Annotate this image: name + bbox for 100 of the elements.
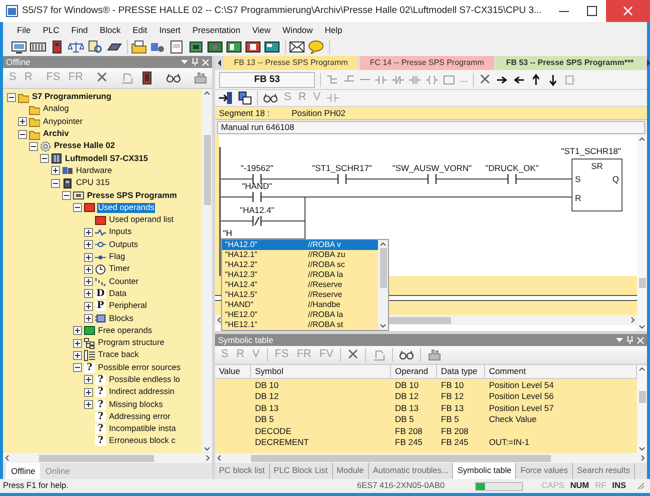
delete-icon[interactable] bbox=[478, 72, 491, 86]
close-icon[interactable] bbox=[637, 336, 644, 344]
tree-item[interactable]: Counter bbox=[108, 276, 140, 287]
tree-item[interactable]: Used operand list bbox=[108, 215, 175, 226]
hand-icon[interactable] bbox=[193, 71, 208, 85]
menu-item[interactable]: PLC bbox=[36, 24, 66, 36]
vertical-scrollbar[interactable] bbox=[637, 365, 647, 453]
editor-tab[interactable]: FC 14 -- Presse SPS Programm bbox=[360, 56, 494, 70]
tree-item[interactable]: Trace back bbox=[97, 350, 140, 360]
expand-icon[interactable] bbox=[84, 289, 93, 298]
expand-icon[interactable] bbox=[84, 400, 93, 410]
autocomplete-item[interactable]: "HE12.1" //ROBA st bbox=[222, 320, 378, 330]
dropdown-icon[interactable] bbox=[616, 338, 623, 342]
menu-item[interactable]: Block bbox=[94, 24, 127, 36]
import-icon[interactable] bbox=[219, 91, 233, 105]
collapse-icon[interactable] bbox=[40, 154, 49, 164]
tree-item[interactable]: Free operands bbox=[97, 326, 153, 336]
vertical-scrollbar[interactable] bbox=[637, 135, 647, 331]
screen-icon[interactable] bbox=[11, 40, 27, 54]
arrow-down-icon[interactable] bbox=[546, 72, 559, 86]
expand-icon[interactable] bbox=[18, 117, 27, 126]
pin-icon[interactable] bbox=[627, 336, 633, 344]
tree-item[interactable]: Anypointer bbox=[42, 116, 84, 127]
arrow-up-icon[interactable] bbox=[530, 72, 542, 86]
menu-item[interactable]: Find bbox=[65, 24, 94, 36]
menu-item[interactable]: File bbox=[11, 24, 37, 36]
tool-icon[interactable] bbox=[372, 348, 386, 362]
menu-item[interactable]: Presentation bbox=[186, 24, 246, 36]
collapse-icon[interactable] bbox=[18, 130, 27, 139]
collapse-icon[interactable] bbox=[29, 142, 38, 151]
input-field[interactable]: "H bbox=[223, 227, 283, 239]
collapse-icon[interactable] bbox=[7, 92, 16, 102]
panel-icon[interactable] bbox=[264, 40, 280, 54]
module-icon[interactable] bbox=[226, 40, 242, 54]
folder-icon[interactable] bbox=[131, 40, 147, 54]
tree-item[interactable]: Peripheral bbox=[108, 301, 148, 312]
hardware-icon[interactable] bbox=[150, 40, 166, 54]
menu-item[interactable]: Window bbox=[276, 24, 319, 36]
expand-icon[interactable] bbox=[84, 314, 93, 323]
contact-symbol[interactable] bbox=[337, 173, 347, 185]
scrollbar-thumb[interactable] bbox=[638, 391, 646, 403]
tree-item[interactable]: Timer bbox=[108, 264, 131, 274]
function-block[interactable] bbox=[572, 158, 622, 212]
panel-tab[interactable]: Symbolic table bbox=[453, 463, 516, 479]
tree-item[interactable]: Program structure bbox=[97, 338, 166, 348]
contact-symbol[interactable] bbox=[252, 215, 262, 227]
autocomplete-item[interactable]: "HAND" //Handbe bbox=[222, 300, 378, 310]
collapse-icon[interactable] bbox=[62, 191, 71, 200]
tree-item[interactable]: Presse SPS Programm bbox=[86, 190, 178, 200]
tree-item[interactable]: CPU 315 bbox=[75, 178, 111, 188]
column-header[interactable]: Operand bbox=[391, 365, 437, 378]
contact-symbol[interactable] bbox=[507, 173, 517, 185]
tree-item[interactable]: Erroneous block c bbox=[108, 436, 176, 446]
expand-icon[interactable] bbox=[84, 277, 93, 286]
column-header[interactable]: Symbol bbox=[251, 365, 391, 378]
module-icon[interactable] bbox=[245, 40, 261, 54]
autocomplete-item[interactable]: "HA12.3" //ROBA la bbox=[222, 270, 378, 280]
editor-tab[interactable]: FB 53 -- Presse SPS Programm*** bbox=[496, 56, 644, 70]
autocomplete-item[interactable]: "HA12.0" //ROBA v bbox=[222, 240, 378, 250]
scroll-left-icon[interactable] bbox=[217, 59, 222, 67]
vertical-scrollbar[interactable] bbox=[378, 240, 388, 330]
tree-item[interactable]: Data bbox=[108, 288, 128, 299]
expand-icon[interactable] bbox=[84, 240, 93, 250]
tree-item[interactable]: Inputs bbox=[108, 227, 133, 238]
column-header[interactable]: Value bbox=[215, 365, 251, 378]
scrollbar-thumb[interactable] bbox=[39, 454, 154, 462]
menu-item[interactable]: Help bbox=[318, 24, 348, 36]
autocomplete-item[interactable]: "HA12.5" //Reserve bbox=[222, 290, 378, 300]
collapse-icon[interactable] bbox=[51, 178, 60, 188]
autocomplete-item[interactable]: "HA12.4" //Reserve bbox=[222, 280, 378, 290]
rack-icon[interactable] bbox=[30, 40, 46, 54]
expand-icon[interactable] bbox=[73, 338, 82, 348]
expand-icon[interactable] bbox=[84, 228, 93, 237]
glasses-icon[interactable] bbox=[166, 71, 182, 85]
menu-item[interactable]: Insert bbox=[153, 24, 187, 36]
document-icon[interactable] bbox=[169, 40, 185, 54]
autocomplete-item[interactable]: "HA12.2" //ROBA sc bbox=[222, 260, 378, 270]
column-header[interactable]: Data type bbox=[437, 365, 485, 378]
dropdown-icon[interactable] bbox=[181, 60, 188, 64]
tree-item[interactable]: Used operands bbox=[97, 202, 156, 213]
scrollbar-thumb[interactable] bbox=[380, 248, 386, 288]
scrollbar-thumb[interactable] bbox=[251, 454, 551, 462]
tree-item[interactable]: Luftmodell S7-CX315 bbox=[64, 154, 149, 164]
collapse-icon[interactable] bbox=[73, 363, 82, 372]
panel-tab[interactable]: Offline bbox=[6, 463, 40, 479]
tree-item[interactable]: Incompatible insta bbox=[108, 424, 177, 434]
tree-item[interactable]: S7 Programmierung bbox=[31, 92, 112, 102]
copy-icon[interactable] bbox=[238, 91, 252, 105]
expand-icon[interactable] bbox=[51, 166, 60, 176]
vertical-scrollbar[interactable] bbox=[202, 89, 212, 453]
expand-icon[interactable] bbox=[84, 375, 93, 384]
expand-icon[interactable] bbox=[73, 350, 82, 360]
editor-tab[interactable]: FB 13 -- Presse SPS Programm bbox=[224, 56, 358, 70]
envelope-icon[interactable] bbox=[289, 40, 305, 54]
autocomplete-item[interactable]: "HA12.1" //ROBA zu bbox=[222, 250, 378, 260]
tool-icon[interactable] bbox=[120, 71, 134, 85]
horizontal-scrollbar[interactable] bbox=[3, 453, 212, 463]
close-button[interactable] bbox=[606, 0, 650, 22]
speech-bubble-icon[interactable] bbox=[308, 40, 324, 54]
tree-item[interactable]: Outputs bbox=[108, 240, 140, 250]
